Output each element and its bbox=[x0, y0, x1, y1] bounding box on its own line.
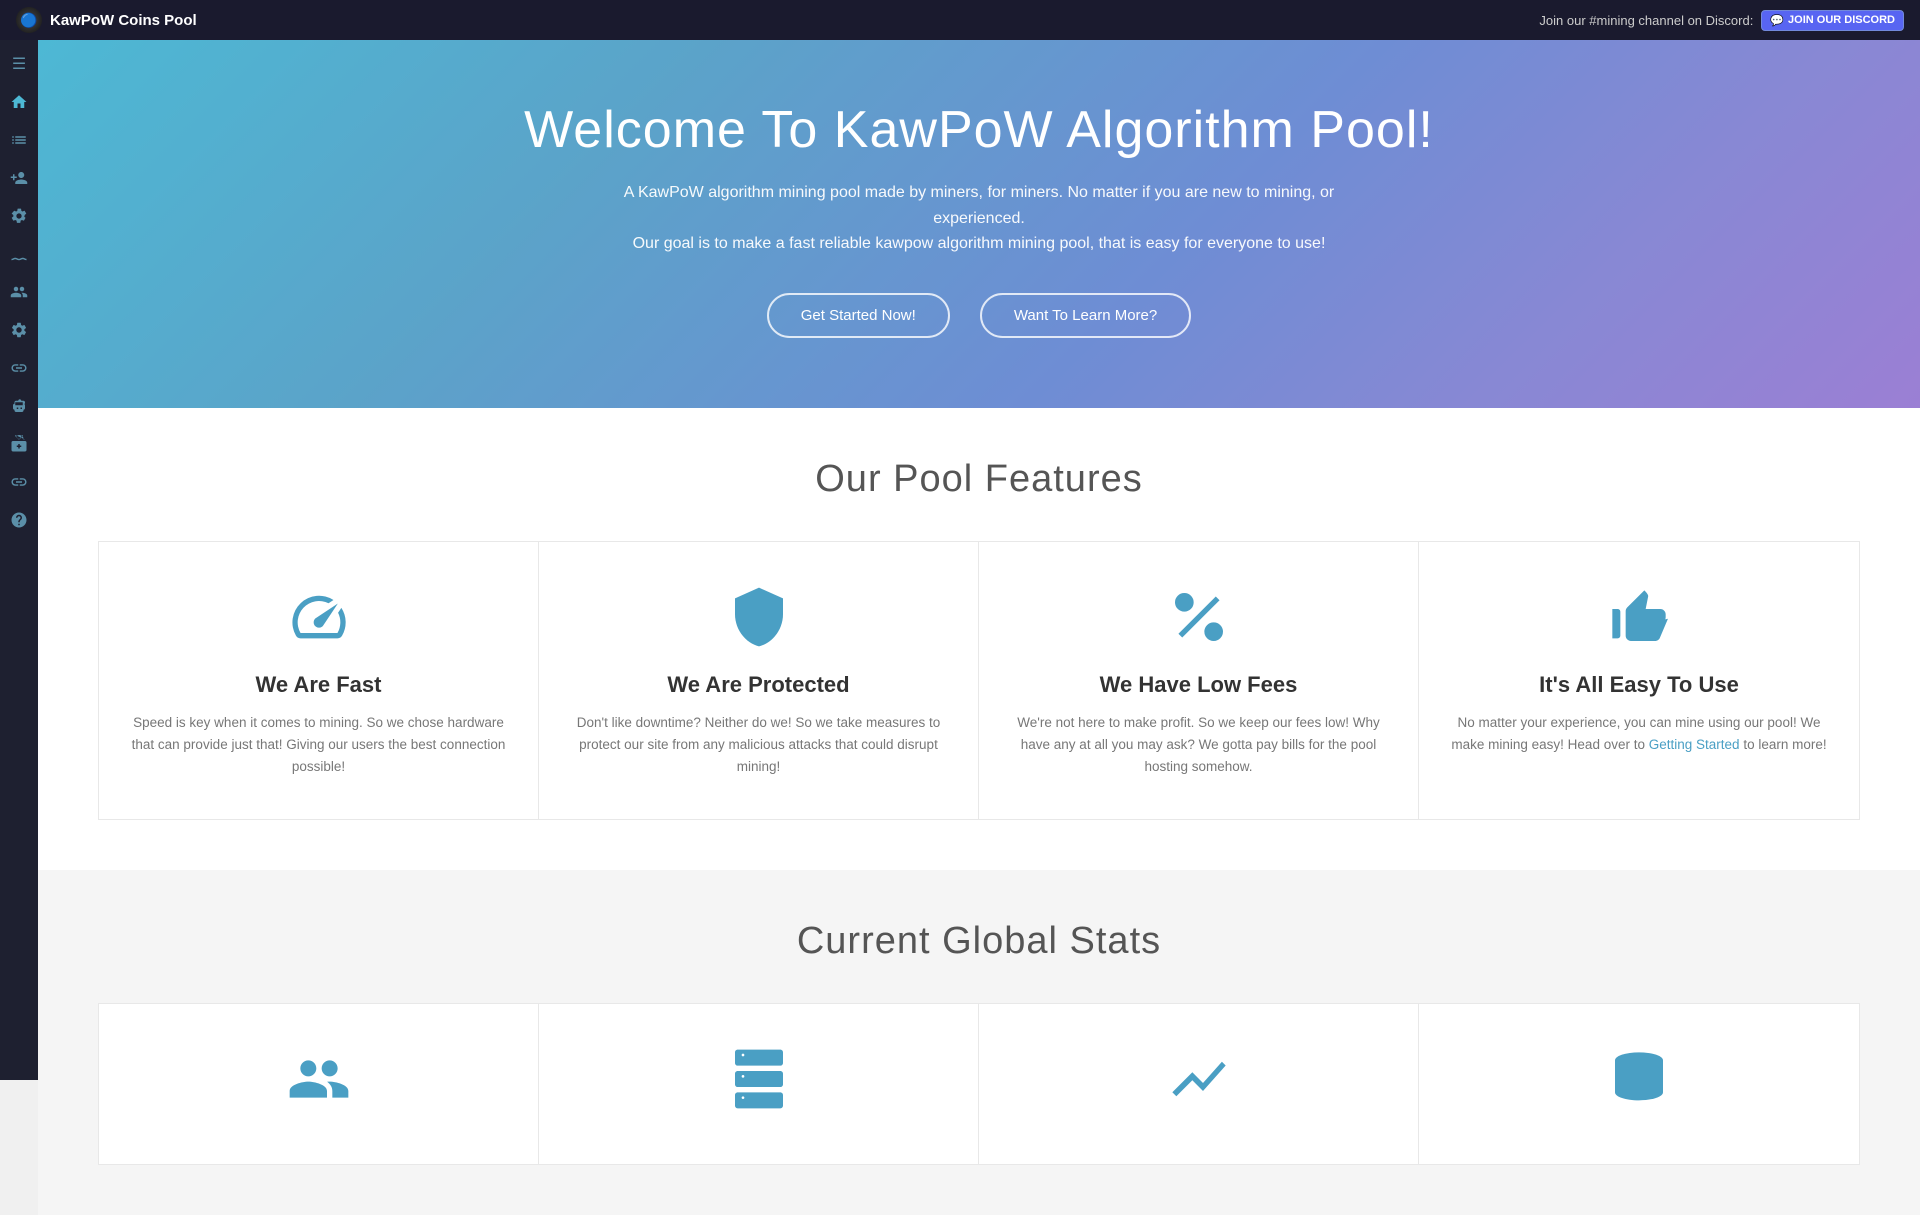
users-icon bbox=[10, 283, 28, 301]
stat-database-icon bbox=[1449, 1044, 1829, 1114]
easy-desc: No matter your experience, you can mine … bbox=[1449, 712, 1829, 757]
hero-description: A KawPoW algorithm mining pool made by m… bbox=[619, 180, 1339, 257]
feature-card-fast: We Are Fast Speed is key when it comes t… bbox=[99, 542, 539, 819]
feature-card-protected: We Are Protected Don't like downtime? Ne… bbox=[539, 542, 979, 819]
site-logo: 🔵 KawPoW Coins Pool bbox=[16, 7, 197, 33]
stat-card-chart bbox=[979, 1004, 1419, 1164]
easy-icon bbox=[1449, 582, 1829, 652]
discord-area: Join our #mining channel on Discord: 💬 J… bbox=[1539, 10, 1904, 31]
protected-icon bbox=[569, 582, 948, 652]
robot-icon bbox=[10, 397, 28, 415]
stats-grid bbox=[98, 1003, 1860, 1165]
stat-card-users bbox=[99, 1004, 539, 1164]
feature-card-fees: We Have Low Fees We're not here to make … bbox=[979, 542, 1419, 819]
logo-icon: 🔵 bbox=[16, 7, 42, 33]
discord-badge[interactable]: 💬 JOIN OUR DISCORD bbox=[1761, 10, 1904, 31]
features-section: Our Pool Features We Are Fast Speed is k… bbox=[38, 408, 1920, 870]
sidebar: ☰ bbox=[0, 40, 38, 1080]
features-title: Our Pool Features bbox=[98, 458, 1860, 501]
get-started-button[interactable]: Get Started Now! bbox=[767, 293, 950, 338]
hero-title: Welcome To KawPoW Algorithm Pool! bbox=[58, 100, 1900, 160]
sidebar-item-box[interactable] bbox=[3, 428, 35, 460]
stats-section: Current Global Stats bbox=[38, 870, 1920, 1215]
box-icon bbox=[10, 435, 28, 453]
chain-icon bbox=[10, 359, 28, 377]
feature-card-easy: It's All Easy To Use No matter your expe… bbox=[1419, 542, 1859, 819]
topbar: 🔵 KawPoW Coins Pool Join our #mining cha… bbox=[0, 0, 1920, 40]
features-grid: We Are Fast Speed is key when it comes t… bbox=[98, 541, 1860, 820]
add-user-icon bbox=[10, 169, 28, 187]
fast-desc: Speed is key when it comes to mining. So… bbox=[129, 712, 508, 779]
hero-buttons: Get Started Now! Want To Learn More? bbox=[58, 293, 1900, 338]
hero-section: Welcome To KawPoW Algorithm Pool! A KawP… bbox=[38, 40, 1920, 408]
home-icon bbox=[10, 93, 28, 111]
stat-chart-icon bbox=[1009, 1044, 1388, 1114]
sidebar-item-home[interactable] bbox=[3, 86, 35, 118]
protected-title: We Are Protected bbox=[569, 672, 948, 698]
hero-desc-line2: Our goal is to make a fast reliable kawp… bbox=[633, 235, 1326, 252]
menu-icon: ☰ bbox=[12, 54, 26, 74]
sidebar-item-waves[interactable] bbox=[3, 238, 35, 270]
fast-icon bbox=[129, 582, 508, 652]
fees-icon bbox=[1009, 582, 1388, 652]
protected-desc: Don't like downtime? Neither do we! So w… bbox=[569, 712, 948, 779]
stats-title: Current Global Stats bbox=[98, 920, 1860, 963]
fees-title: We Have Low Fees bbox=[1009, 672, 1388, 698]
sidebar-item-settings[interactable] bbox=[3, 200, 35, 232]
discord-text: Join our #mining channel on Discord: bbox=[1539, 13, 1753, 28]
help-icon bbox=[10, 511, 28, 529]
fast-title: We Are Fast bbox=[129, 672, 508, 698]
settings-icon bbox=[10, 207, 28, 225]
build-icon bbox=[10, 321, 28, 339]
sidebar-item-menu[interactable]: ☰ bbox=[3, 48, 35, 80]
stat-servers-icon bbox=[569, 1044, 948, 1114]
sidebar-item-chain[interactable] bbox=[3, 352, 35, 384]
link-icon bbox=[10, 473, 28, 491]
learn-more-button[interactable]: Want To Learn More? bbox=[980, 293, 1191, 338]
fees-desc: We're not here to make profit. So we kee… bbox=[1009, 712, 1388, 779]
discord-icon: 💬 bbox=[1770, 14, 1784, 27]
waves-icon bbox=[10, 245, 28, 263]
sidebar-item-users[interactable] bbox=[3, 276, 35, 308]
site-title: KawPoW Coins Pool bbox=[50, 12, 197, 29]
list-icon bbox=[10, 131, 28, 149]
sidebar-item-list[interactable] bbox=[3, 124, 35, 156]
sidebar-item-link[interactable] bbox=[3, 466, 35, 498]
sidebar-item-help[interactable] bbox=[3, 504, 35, 536]
sidebar-item-add-user[interactable] bbox=[3, 162, 35, 194]
hero-desc-line1: A KawPoW algorithm mining pool made by m… bbox=[624, 184, 1335, 227]
easy-title: It's All Easy To Use bbox=[1449, 672, 1829, 698]
discord-badge-label: JOIN OUR DISCORD bbox=[1788, 14, 1895, 26]
main-content: Welcome To KawPoW Algorithm Pool! A KawP… bbox=[38, 40, 1920, 1215]
stat-card-database bbox=[1419, 1004, 1859, 1164]
sidebar-item-build[interactable] bbox=[3, 314, 35, 346]
stat-card-servers bbox=[539, 1004, 979, 1164]
sidebar-item-robot[interactable] bbox=[3, 390, 35, 422]
stat-users-icon bbox=[129, 1044, 508, 1114]
getting-started-link[interactable]: Getting Started bbox=[1649, 737, 1740, 752]
